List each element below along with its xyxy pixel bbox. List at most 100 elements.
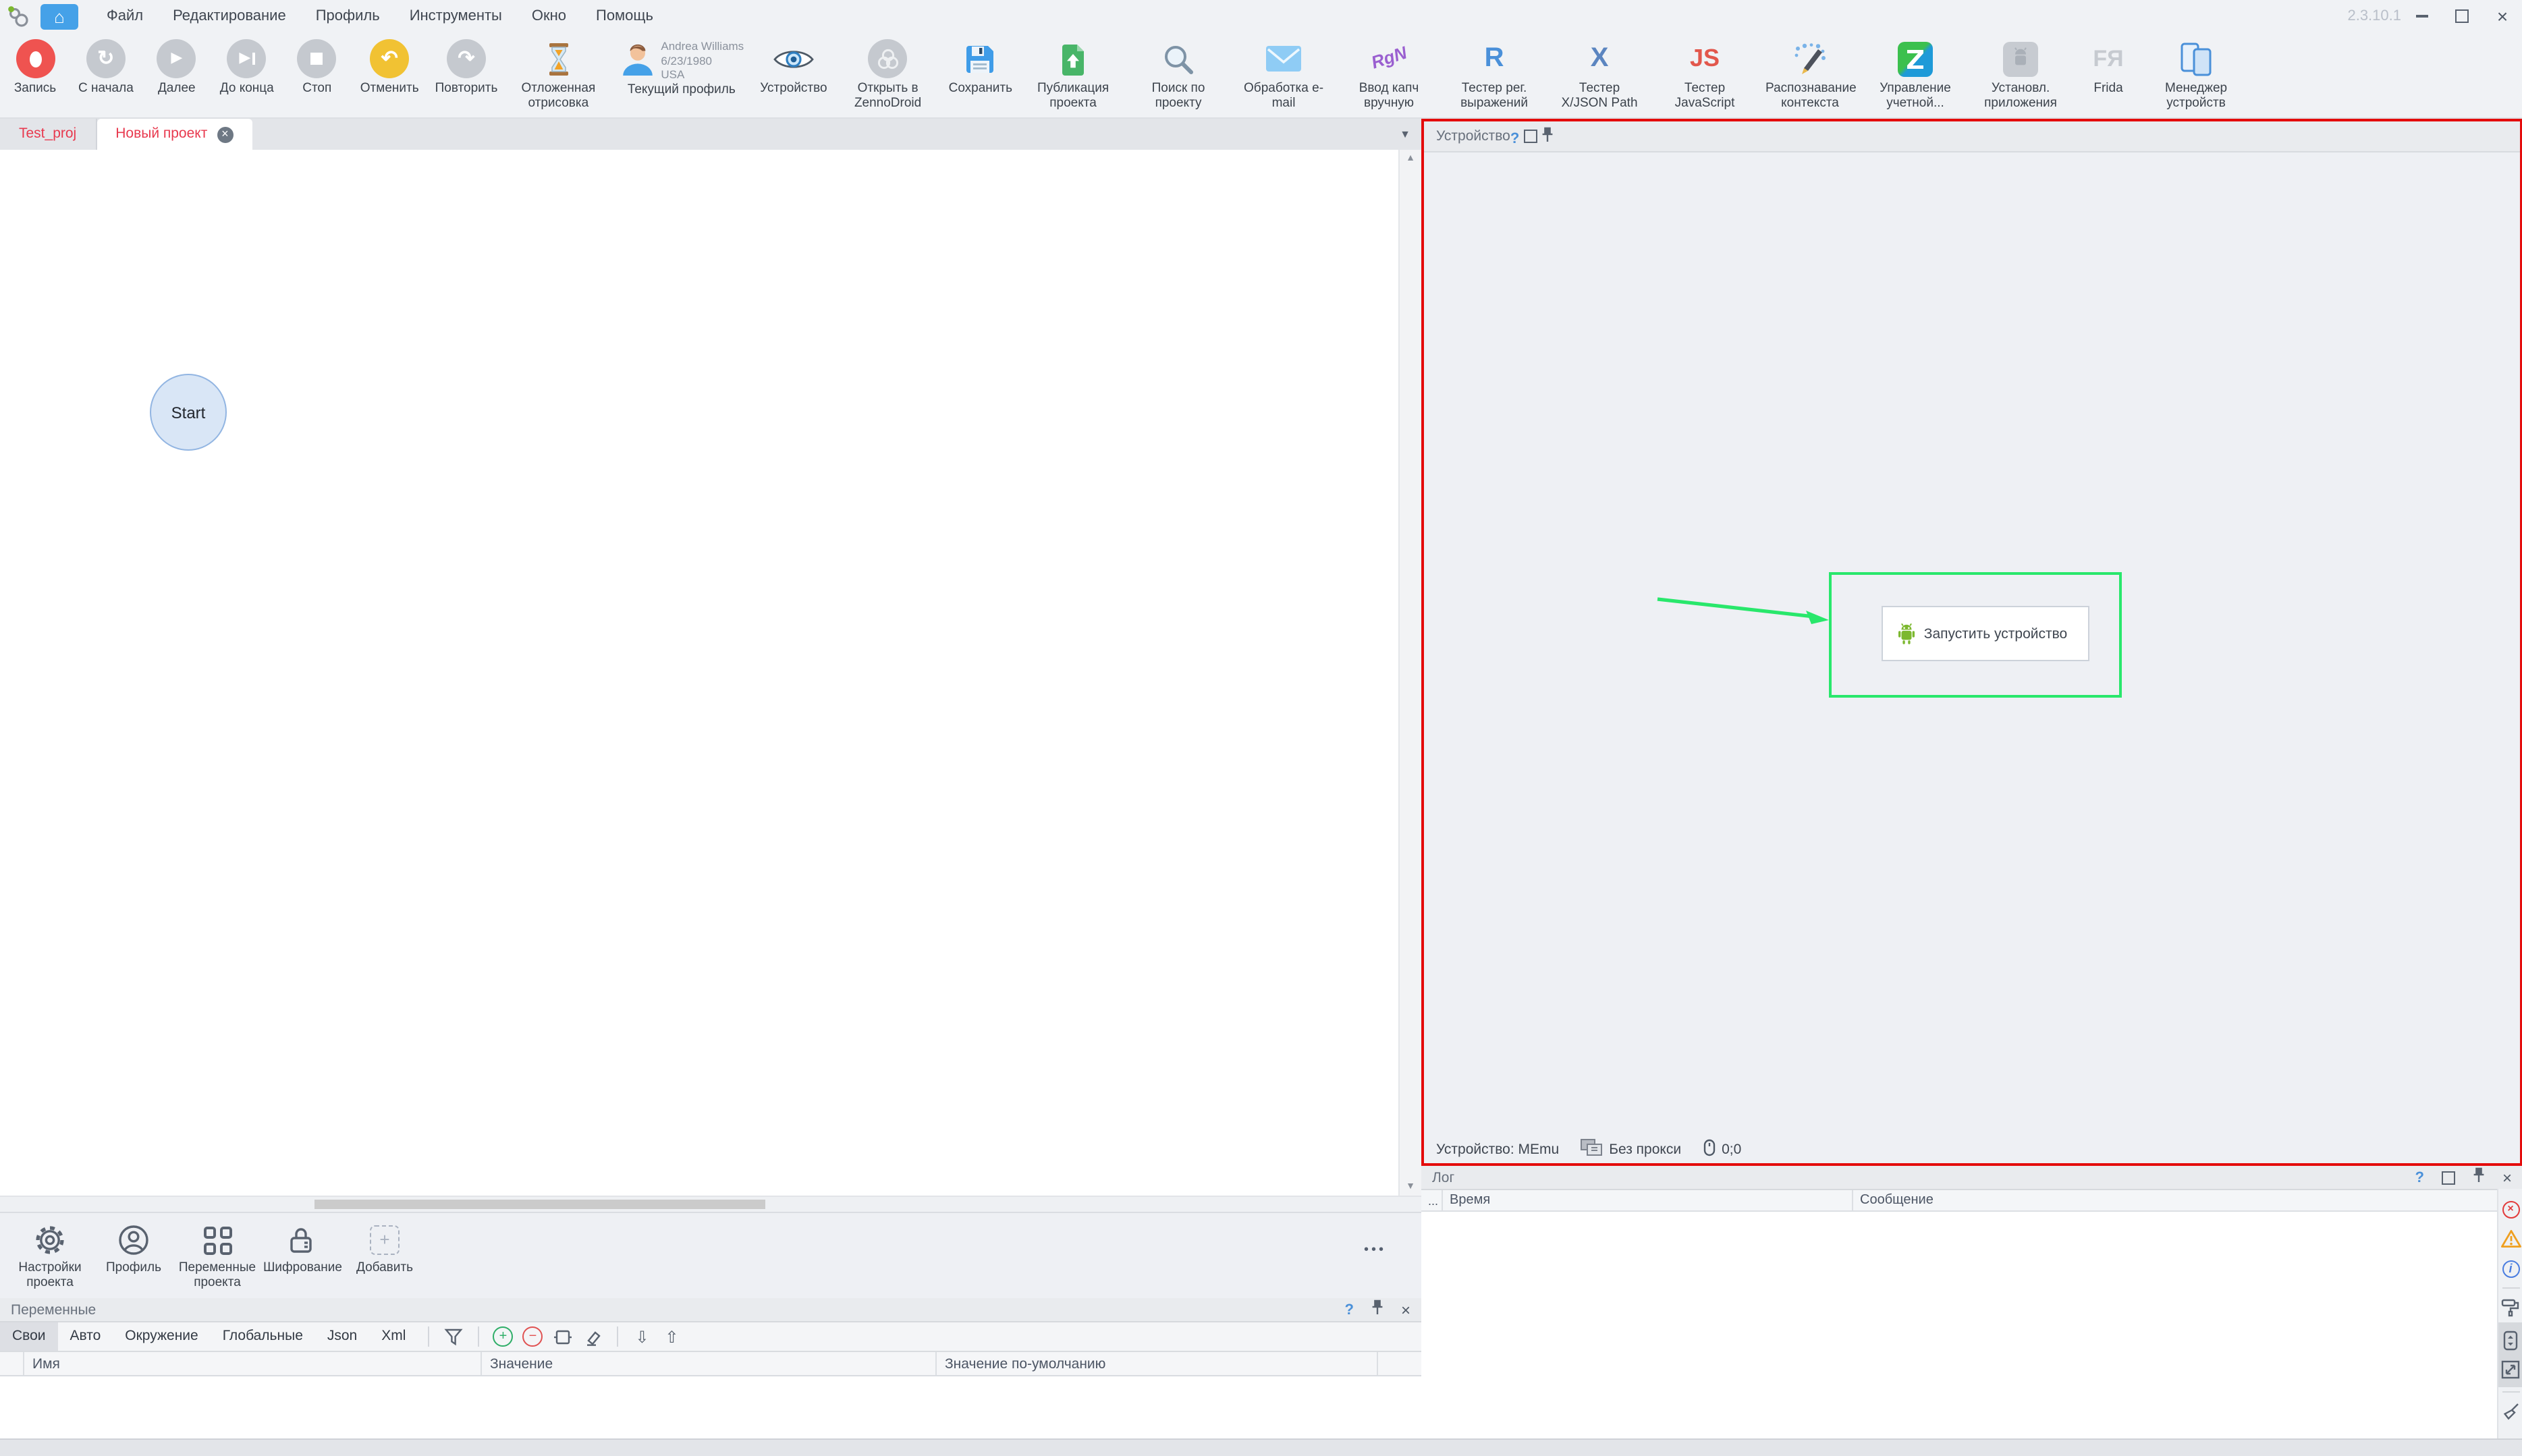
- proxy-status[interactable]: Без прокси: [1581, 1139, 1681, 1160]
- scroll-down-icon[interactable]: ▼: [1406, 1182, 1415, 1192]
- scroll-up-icon[interactable]: ▲: [1406, 154, 1415, 163]
- variables-table-body[interactable]: [0, 1376, 1421, 1444]
- warnings-filter-icon[interactable]: [2498, 1224, 2522, 1254]
- device-status-bar: Устройство: MEmu Без прокси 0;0: [1424, 1136, 2520, 1163]
- resize-icon[interactable]: [2498, 1355, 2522, 1384]
- column-value[interactable]: Значение: [482, 1352, 937, 1375]
- account-management-button[interactable]: Управление учетной...: [1863, 36, 1968, 112]
- variables-grid-icon: [203, 1223, 231, 1258]
- column-message[interactable]: Сообщение: [1853, 1190, 2493, 1210]
- flow-canvas[interactable]: Start ▲ ▼: [0, 150, 1421, 1196]
- publish-project-button[interactable]: Публикация проекта: [1020, 36, 1126, 112]
- regex-tester-button[interactable]: R Тестер рег. выражений: [1442, 36, 1547, 112]
- canvas-horizontal-scrollbar[interactable]: [0, 1196, 1421, 1212]
- app-version: 2.3.10.1: [2347, 8, 2401, 24]
- menu-window[interactable]: Окно: [517, 0, 581, 32]
- eraser-icon[interactable]: [577, 1326, 607, 1347]
- manual-captcha-button[interactable]: RgN Ввод капч вручную: [1336, 36, 1442, 112]
- maximize-panel-icon[interactable]: [2442, 1171, 2455, 1184]
- vars-tab-xml[interactable]: Xml: [369, 1322, 418, 1351]
- remove-variable-icon[interactable]: −: [518, 1326, 547, 1347]
- maximize-panel-icon[interactable]: [1523, 129, 1537, 142]
- help-icon[interactable]: ?: [1510, 130, 1519, 146]
- errors-filter-icon[interactable]: ×: [2498, 1194, 2522, 1224]
- autoscroll-icon[interactable]: [2498, 1325, 2522, 1355]
- close-button[interactable]: ×: [2482, 0, 2522, 32]
- log-table-body[interactable]: [1421, 1212, 2522, 1438]
- android-icon: [1896, 622, 1917, 645]
- scrollbar-thumb[interactable]: [314, 1200, 765, 1209]
- redo-button[interactable]: ↷ Повторить: [427, 36, 506, 97]
- encryption-button[interactable]: Шифрование: [259, 1223, 343, 1277]
- current-profile-button[interactable]: Andrea Williams 6/23/1980 USA Текущий пр…: [611, 36, 752, 97]
- xjson-tester-button[interactable]: X Тестер X/JSON Path: [1547, 36, 1652, 112]
- menu-edit[interactable]: Редактирование: [158, 0, 301, 32]
- tab-close-icon[interactable]: ×: [217, 126, 233, 142]
- stop-button[interactable]: Стоп: [282, 36, 352, 97]
- vars-tab-global[interactable]: Глобальные: [211, 1322, 315, 1351]
- project-settings-button[interactable]: Настройки проекта: [8, 1223, 92, 1291]
- menu-help[interactable]: Помощь: [581, 0, 668, 32]
- undo-button[interactable]: ↶ Отменить: [352, 36, 427, 97]
- more-options-icon[interactable]: •••: [1364, 1243, 1386, 1258]
- restart-button[interactable]: ↻ С начала: [70, 36, 142, 97]
- help-icon[interactable]: ?: [2415, 1169, 2424, 1185]
- vars-tab-environment[interactable]: Окружение: [113, 1322, 210, 1351]
- help-icon[interactable]: ?: [1345, 1301, 1354, 1318]
- profile-icon: [117, 1223, 150, 1258]
- add-button[interactable]: + Добавить: [343, 1223, 427, 1277]
- vars-tab-auto[interactable]: Авто: [58, 1322, 113, 1351]
- minimize-button[interactable]: [2401, 0, 2442, 32]
- project-variables-button[interactable]: Переменные проекта: [175, 1223, 259, 1291]
- add-variable-icon[interactable]: +: [488, 1326, 518, 1347]
- device-button[interactable]: Устройство: [752, 36, 835, 97]
- tab-test-proj[interactable]: Test_proj: [0, 119, 97, 150]
- deferred-drawing-button[interactable]: Отложенная отрисовка: [505, 36, 611, 112]
- email-processing-button[interactable]: Обработка e-mail: [1231, 36, 1336, 112]
- column-time[interactable]: Время: [1443, 1190, 1853, 1210]
- filter-icon[interactable]: [438, 1326, 468, 1347]
- home-button[interactable]: ⌂: [40, 3, 78, 29]
- clear-log-icon[interactable]: [2498, 1397, 2522, 1426]
- restore-button[interactable]: [2442, 0, 2482, 32]
- project-search-button[interactable]: Поиск по проекту: [1126, 36, 1231, 112]
- column-name[interactable]: Имя: [24, 1352, 482, 1375]
- pin-icon[interactable]: [2473, 1167, 2485, 1187]
- context-recognition-button[interactable]: Распознавание контекста: [1757, 36, 1863, 112]
- step-button[interactable]: ▶ Далее: [142, 36, 212, 97]
- frida-button[interactable]: FЯ Frida: [2073, 36, 2143, 97]
- vars-tab-own[interactable]: Свои: [0, 1322, 58, 1351]
- tablist-dropdown-icon[interactable]: ▼: [1400, 119, 1410, 150]
- frame-icon[interactable]: [547, 1326, 577, 1347]
- variables-panel-header: Переменные ? ×: [0, 1298, 1421, 1322]
- device-manager-button[interactable]: Менеджер устройств: [2143, 36, 2249, 112]
- column-dots[interactable]: ...: [1421, 1190, 1443, 1210]
- close-icon[interactable]: ×: [1401, 1301, 1410, 1318]
- tab-new-project[interactable]: Новый проект ×: [97, 119, 252, 150]
- menu-file[interactable]: Файл: [92, 0, 158, 32]
- close-icon[interactable]: ×: [2502, 1169, 2512, 1185]
- open-in-zennodroid-button[interactable]: Открыть в ZennoDroid: [835, 36, 941, 112]
- menu-tools[interactable]: Инструменты: [395, 0, 517, 32]
- pin-icon[interactable]: [1541, 130, 1553, 146]
- launch-device-button[interactable]: Запустить устройство: [1882, 606, 2089, 661]
- move-down-icon[interactable]: ⇩: [627, 1326, 657, 1347]
- js-tester-button[interactable]: JS Тестер JavaScript: [1652, 36, 1757, 112]
- vars-tab-json[interactable]: Json: [315, 1322, 369, 1351]
- record-button[interactable]: Запись: [0, 36, 70, 97]
- log-panel-title: Лог: [1432, 1169, 1454, 1185]
- canvas-vertical-scrollbar[interactable]: ▲ ▼: [1398, 150, 1421, 1196]
- run-to-end-button[interactable]: ▶ До конца: [212, 36, 282, 97]
- install-apps-button[interactable]: Установл. приложения: [1968, 36, 2073, 112]
- move-up-icon[interactable]: ⇧: [657, 1326, 686, 1347]
- start-node[interactable]: Start: [150, 374, 227, 451]
- menu-profile[interactable]: Профиль: [301, 0, 395, 32]
- info-filter-icon[interactable]: i: [2498, 1254, 2522, 1283]
- save-button[interactable]: Сохранить: [941, 36, 1020, 97]
- column-default-value[interactable]: Значение по-умолчанию: [937, 1352, 1378, 1375]
- gear-icon: [34, 1223, 66, 1258]
- device-screen-area: Запустить устройство: [1424, 152, 2520, 1136]
- paint-roller-icon[interactable]: [2498, 1293, 2522, 1322]
- profile-button[interactable]: Профиль: [92, 1223, 175, 1277]
- pin-icon[interactable]: [1371, 1299, 1383, 1320]
